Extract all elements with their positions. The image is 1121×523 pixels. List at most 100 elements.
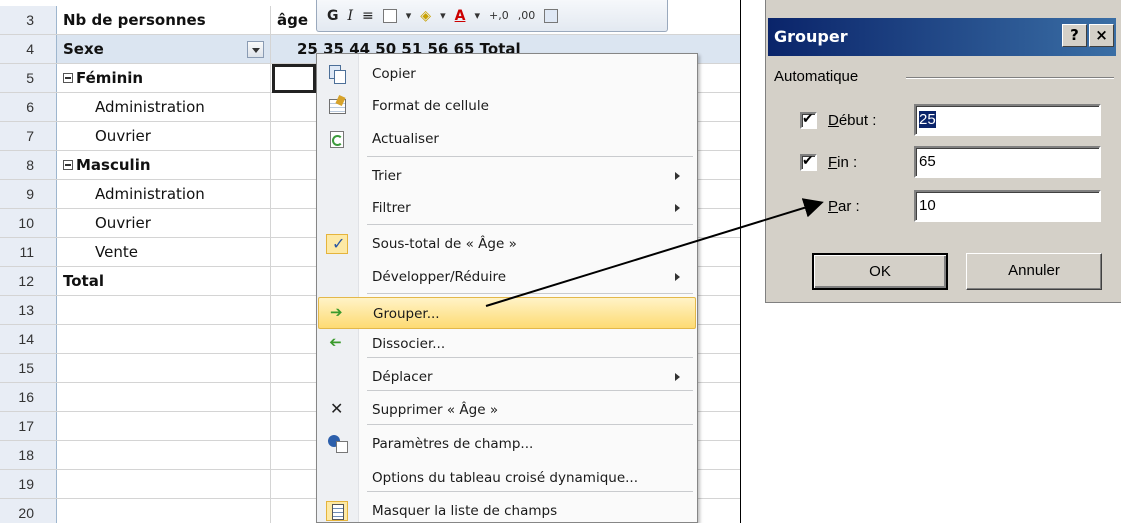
- delete-icon: [326, 399, 348, 420]
- cell-row-label[interactable]: Sexe: [57, 35, 271, 63]
- borders-dropdown-icon[interactable]: ▾: [406, 9, 412, 22]
- row-number[interactable]: 12: [0, 267, 57, 295]
- cell-row-label[interactable]: Administration: [57, 93, 271, 121]
- cell-row-label[interactable]: Ouvrier: [57, 122, 271, 150]
- merge-cells-icon[interactable]: [544, 8, 559, 23]
- borders-icon[interactable]: [382, 8, 397, 23]
- cell-text: Masculin: [76, 156, 151, 174]
- font-color-button[interactable]: A: [455, 8, 466, 24]
- menu-item-label: Options du tableau croisé dynamique...: [372, 470, 639, 486]
- row-field-dropdown-icon[interactable]: [247, 41, 264, 58]
- submenu-arrow-icon: [675, 273, 680, 281]
- menu-item-grouper[interactable]: Grouper...: [318, 297, 696, 329]
- cell-row-label[interactable]: [57, 470, 271, 498]
- row-number[interactable]: 17: [0, 412, 57, 440]
- cell-row-label[interactable]: [57, 412, 271, 440]
- menu-item-actualiser[interactable]: Actualiser: [318, 123, 696, 155]
- row-number[interactable]: 11: [0, 238, 57, 266]
- menu-item-label: Développer/Réduire: [372, 269, 507, 285]
- group-arrow-icon: [327, 303, 349, 324]
- cell-row-label[interactable]: Ouvrier: [57, 209, 271, 237]
- menu-item-options-du-tableau-croise-dynamique[interactable]: Options du tableau croisé dynamique...: [318, 462, 696, 494]
- dialog-title: Grouper: [774, 27, 848, 46]
- cell-text: Féminin: [76, 69, 144, 87]
- menu-item-label: Masquer la liste de champs: [372, 503, 558, 519]
- menu-item-trier[interactable]: Trier: [318, 160, 696, 192]
- cell-row-label[interactable]: Total: [57, 267, 271, 295]
- mini-toolbar: G I ≡ ▾ ◈ ▾ A ▾ +,0 ,00: [316, 0, 668, 32]
- menu-item-format-de-cellule[interactable]: Format de cellule: [318, 90, 696, 122]
- cell-row-label[interactable]: Masculin: [57, 151, 271, 179]
- menu-item-developper-reduire[interactable]: Développer/Réduire: [318, 261, 696, 293]
- row-number[interactable]: 7: [0, 122, 57, 150]
- menu-item-filtrer[interactable]: Filtrer: [318, 192, 696, 224]
- row-number[interactable]: 4: [0, 35, 57, 63]
- fill-color-icon[interactable]: ◈: [420, 8, 431, 24]
- submenu-arrow-icon: [675, 172, 680, 180]
- collapse-icon[interactable]: [63, 72, 73, 83]
- debut-input[interactable]: 25: [914, 104, 1101, 136]
- par-label: Par :: [828, 198, 860, 215]
- cell-text: Ouvrier: [95, 127, 151, 145]
- increase-decimal-button[interactable]: +,0: [489, 9, 509, 22]
- cancel-button[interactable]: Annuler: [966, 253, 1102, 290]
- row-number[interactable]: 10: [0, 209, 57, 237]
- screenshot-stage: 3 Nb de personnes âge 4 Sexe 25 35 44 50 51 5…: [0, 0, 1121, 523]
- close-button[interactable]: ×: [1089, 24, 1114, 47]
- menu-item-copier[interactable]: Copier: [318, 58, 696, 90]
- menu-item-sous-total-de-age[interactable]: Sous-total de « Âge »: [318, 228, 696, 260]
- dialog-title-bar[interactable]: Grouper ? ×: [768, 18, 1116, 56]
- help-button[interactable]: ?: [1062, 24, 1087, 47]
- cell-row-label[interactable]: [57, 354, 271, 382]
- debut-checkbox[interactable]: [800, 111, 817, 129]
- bold-button[interactable]: G: [327, 8, 339, 24]
- row-number[interactable]: 9: [0, 180, 57, 208]
- cell-row-label[interactable]: Nb de personnes: [57, 6, 271, 34]
- cell-row-label[interactable]: [57, 383, 271, 411]
- cell-row-label[interactable]: [57, 325, 271, 353]
- font-color-dropdown-icon[interactable]: ▾: [474, 9, 480, 22]
- row-number[interactable]: 14: [0, 325, 57, 353]
- cell-row-label[interactable]: [57, 499, 271, 523]
- refresh-icon: [326, 129, 348, 149]
- context-menu: Copier Format de cellule Actualiser Trier Fi…: [316, 53, 698, 523]
- par-input[interactable]: 10: [914, 190, 1101, 222]
- menu-item-label: Format de cellule: [372, 98, 489, 114]
- row-number[interactable]: 19: [0, 470, 57, 498]
- row-number[interactable]: 5: [0, 64, 57, 92]
- cell-row-label[interactable]: Vente: [57, 238, 271, 266]
- align-center-button[interactable]: ≡: [362, 8, 374, 24]
- italic-button[interactable]: I: [348, 8, 354, 24]
- cell-row-label[interactable]: [57, 296, 271, 324]
- menu-item-label: Grouper...: [373, 306, 440, 322]
- menu-item-supprimer-age[interactable]: Supprimer « Âge »: [318, 394, 696, 426]
- row-number[interactable]: 20: [0, 499, 57, 523]
- row-number[interactable]: 15: [0, 354, 57, 382]
- fin-input[interactable]: 65: [914, 146, 1101, 178]
- decrease-decimal-button[interactable]: ,00: [518, 9, 536, 22]
- copy-icon: [326, 64, 348, 84]
- fin-checkbox[interactable]: [800, 153, 817, 171]
- row-number[interactable]: 16: [0, 383, 57, 411]
- menu-item-label: Paramètres de champ...: [372, 436, 534, 452]
- field-settings-icon: [326, 434, 348, 454]
- menu-item-dissocier[interactable]: Dissocier...: [318, 328, 696, 360]
- cell-row-label[interactable]: Administration: [57, 180, 271, 208]
- ok-button[interactable]: OK: [812, 253, 948, 290]
- cell-text: âge: [277, 11, 309, 29]
- menu-item-deplacer[interactable]: Déplacer: [318, 361, 696, 393]
- cell-row-label[interactable]: [57, 441, 271, 469]
- field-list-icon: [326, 501, 348, 521]
- row-number[interactable]: 3: [0, 6, 57, 34]
- cell-row-label[interactable]: Féminin: [57, 64, 271, 92]
- row-number[interactable]: 8: [0, 151, 57, 179]
- row-number[interactable]: 18: [0, 441, 57, 469]
- submenu-arrow-icon: [675, 204, 680, 212]
- menu-item-masquer-la-liste-de-champs[interactable]: Masquer la liste de champs: [318, 495, 696, 523]
- collapse-icon[interactable]: [63, 159, 73, 170]
- row-number[interactable]: 6: [0, 93, 57, 121]
- row-number[interactable]: 13: [0, 296, 57, 324]
- fill-color-dropdown-icon[interactable]: ▾: [440, 9, 446, 22]
- cell-text: Sexe: [63, 40, 104, 58]
- menu-item-parametres-de-champ[interactable]: Paramètres de champ...: [318, 428, 696, 460]
